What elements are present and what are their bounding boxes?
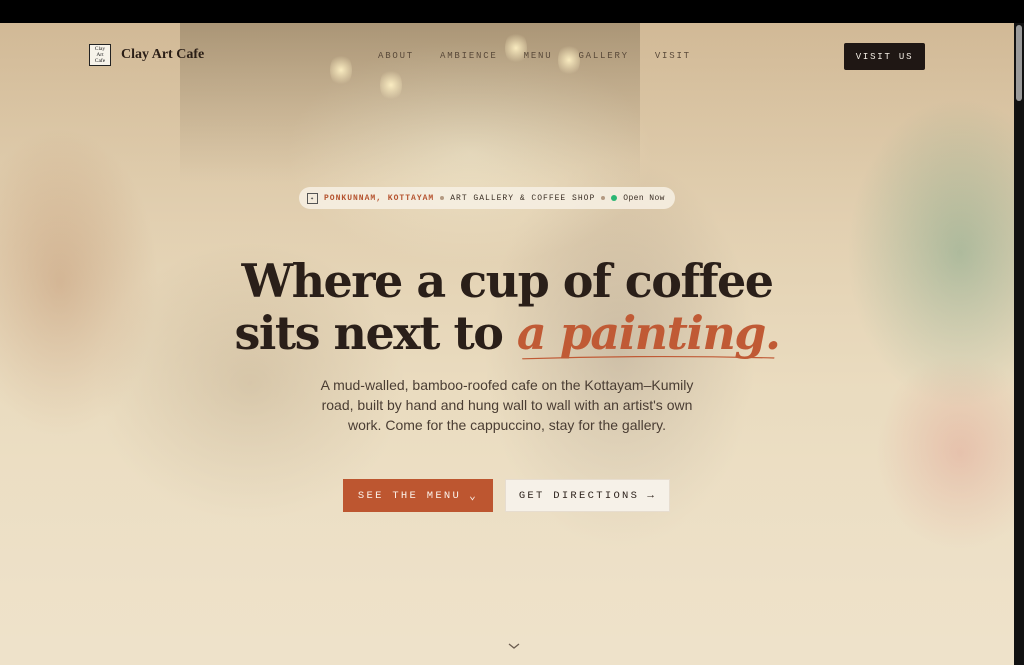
nav-link-gallery[interactable]: GALLERY [578, 51, 628, 61]
headline-lead: sits next to [234, 306, 504, 360]
chevron-down-icon: ⌄ [469, 490, 479, 503]
scroll-down-indicator[interactable] [507, 640, 521, 652]
nav-link-menu[interactable]: MENU [524, 51, 553, 61]
status-dot-icon [611, 195, 618, 201]
site-header: Clay Art Cafe Clay Art Cafe ABOUT AMBIEN… [0, 23, 1014, 89]
browser-top-bar [0, 0, 1024, 23]
headline-accent: a painting. [516, 306, 781, 360]
badge-descriptor: ART GALLERY & COFFEE SHOP [450, 193, 596, 203]
hero-headline-line-1: Where a cup of coffee [241, 254, 774, 308]
location-pin-icon: ✦ [307, 192, 318, 204]
see-menu-button[interactable]: SEE THE MENU ⌄ [343, 479, 493, 512]
see-menu-label: SEE THE MENU [357, 489, 462, 502]
nav-link-visit[interactable]: VISIT [655, 51, 691, 61]
page-scrollbar[interactable] [1014, 23, 1024, 665]
visit-us-button[interactable]: VISIT US [844, 43, 925, 70]
nav-link-ambience[interactable]: AMBIENCE [440, 51, 498, 61]
arrow-right-icon: → [647, 489, 657, 502]
separator-dot [440, 196, 445, 200]
nav-link-about[interactable]: ABOUT [378, 51, 414, 61]
badge-location: PONKUNNAM, KOTTAYAM [324, 193, 435, 203]
get-directions-label: GET DIRECTIONS [518, 489, 640, 502]
hero-subtitle: A mud-walled, bamboo-roofed cafe on the … [320, 377, 694, 433]
separator-dot [601, 196, 606, 200]
hero-headline-line-2: sits next to a painting. [0, 306, 1014, 360]
location-badge: ✦ PONKUNNAM, KOTTAYAM ART GALLERY & COFF… [299, 187, 675, 209]
scrollbar-thumb[interactable] [1016, 25, 1022, 101]
brand[interactable]: Clay Art Cafe Clay Art Cafe [89, 44, 204, 66]
open-status: Open Now [623, 193, 665, 203]
primary-nav: ABOUT AMBIENCE MENU GALLERY VISIT [378, 51, 691, 61]
accent-underline [521, 355, 775, 360]
brand-logo[interactable]: Clay Art Cafe [89, 44, 111, 66]
get-directions-button[interactable]: GET DIRECTIONS → [505, 479, 670, 512]
chevron-down-icon [508, 643, 520, 649]
headline-accent-text: a painting. [516, 306, 781, 360]
brand-name[interactable]: Clay Art Cafe [121, 47, 204, 63]
